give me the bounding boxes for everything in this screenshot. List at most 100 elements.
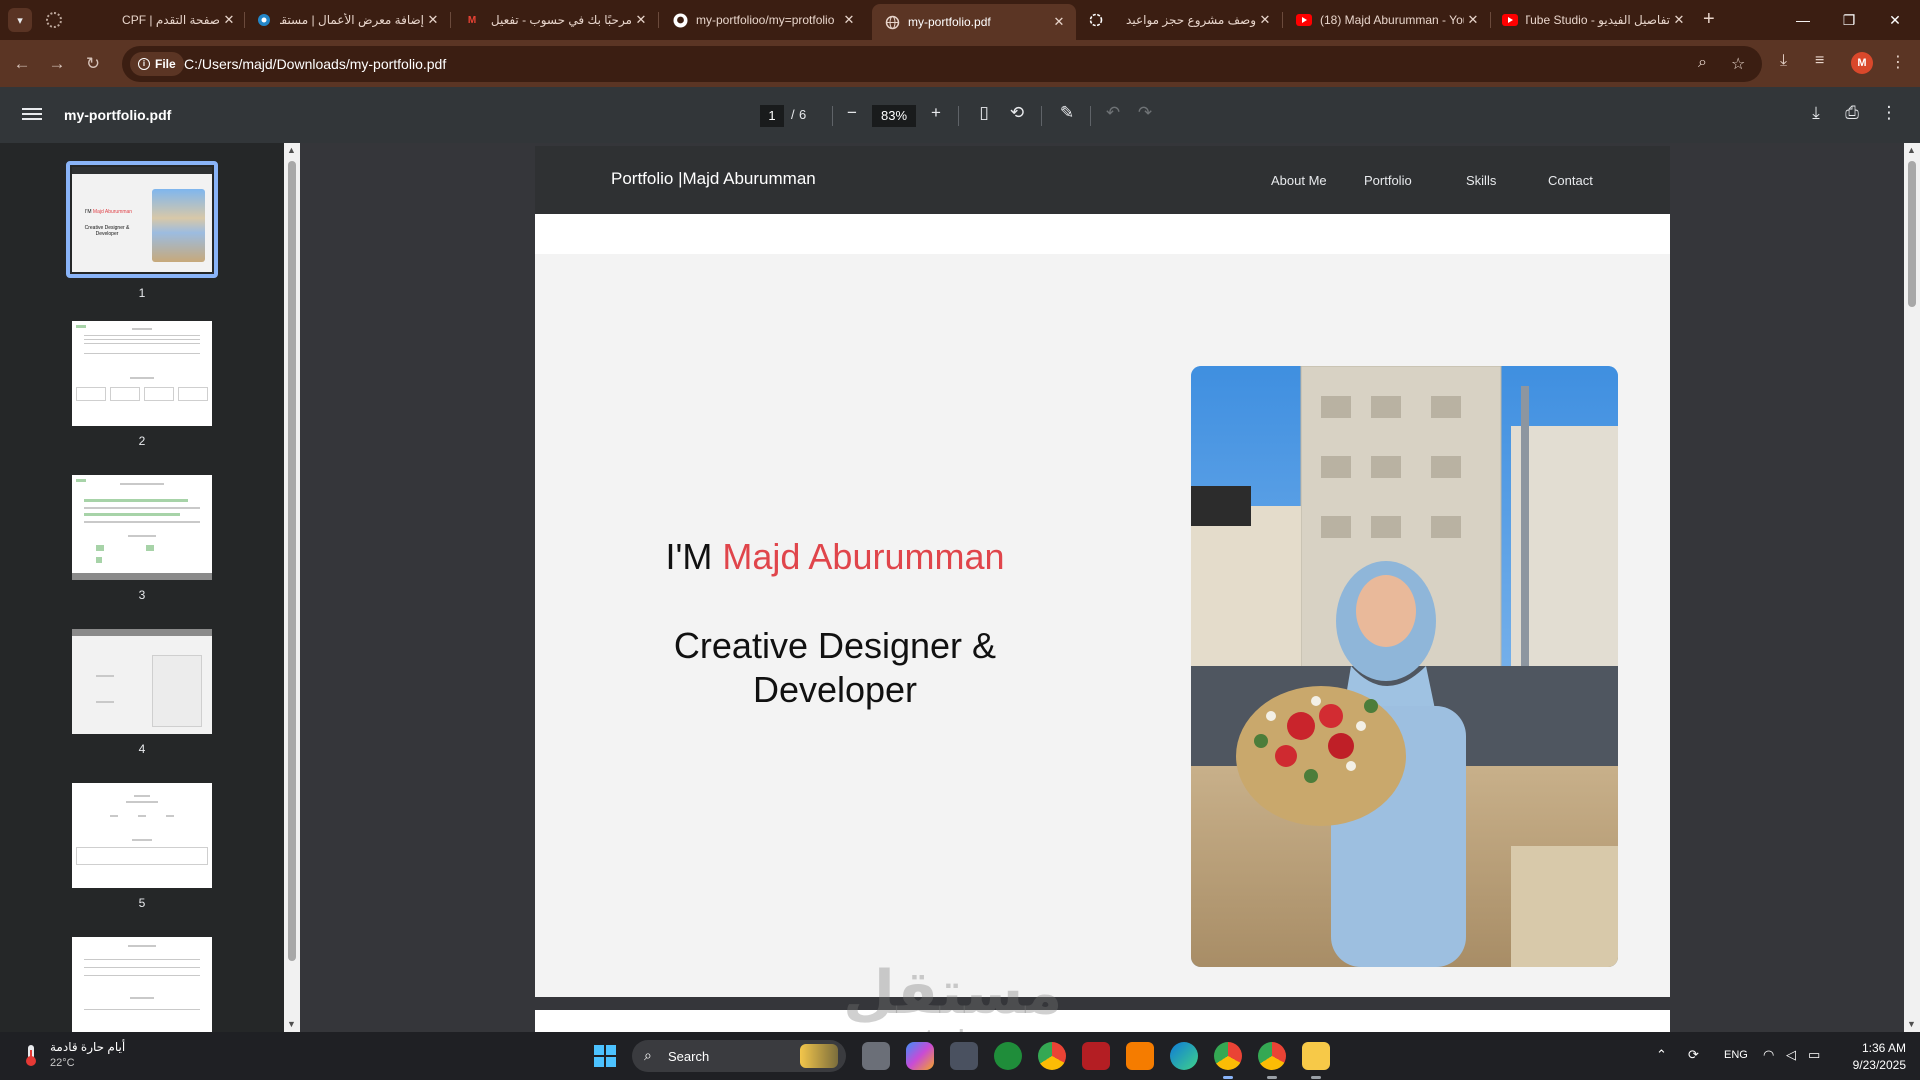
sidebar-toggle-icon[interactable] (22, 105, 42, 125)
calculator-icon[interactable] (950, 1042, 978, 1070)
close-icon[interactable]: ✕ (1464, 12, 1482, 28)
new-tab-button[interactable]: + (1703, 8, 1715, 31)
nav-contact[interactable]: Contact (1548, 173, 1593, 188)
download-icon[interactable]: ⤓ (1780, 52, 1787, 70)
globe-icon (884, 14, 900, 30)
tab-search-button[interactable]: ▾ (8, 8, 32, 32)
battery-icon[interactable]: ▭ (1808, 1047, 1820, 1063)
thumbnail-label: 4 (138, 742, 146, 756)
site-info-chip[interactable]: i File (130, 52, 184, 76)
sync-icon[interactable]: ⟳ (1688, 1047, 1699, 1063)
profile-avatar[interactable]: M (1851, 52, 1873, 74)
close-icon[interactable]: ✕ (632, 12, 650, 28)
pdf-document-area: Portfolio |Majd Aburumman About Me Portf… (300, 143, 1904, 1032)
back-button[interactable]: ← (8, 50, 36, 78)
clock-time[interactable]: 1:36 AM (1856, 1041, 1906, 1055)
annotate-pen-icon[interactable]: ✎ (1055, 103, 1079, 123)
pdf-more-icon[interactable]: ⋮ (1877, 103, 1901, 123)
thumbnail-page-3[interactable]: 3 (67, 475, 217, 602)
forward-button[interactable]: → (43, 50, 71, 78)
wifi-icon[interactable]: ◠ (1763, 1047, 1774, 1063)
close-icon[interactable]: ✕ (1256, 12, 1274, 28)
tab-gmail[interactable]: M مرحبًا بك في حسوب - تفعيل ✕ (464, 6, 650, 34)
scroll-up-arrow-icon[interactable]: ▲ (1907, 145, 1916, 155)
tab-mostaql[interactable]: إضافة معرض الأعمال | مستقل ✕ (256, 6, 442, 34)
address-bar[interactable]: i File C:/Users/majd/Downloads/my-portfo… (122, 46, 1762, 82)
document-scroll-thumb[interactable] (1908, 161, 1916, 307)
tab-github[interactable]: my-portfolioo/my=protfolio ✕ (672, 6, 858, 34)
scroll-down-arrow-icon[interactable]: ▼ (1907, 1019, 1916, 1029)
minimize-button[interactable]: — (1780, 6, 1826, 34)
tab-chatgpt[interactable]: وصف مشروع حجز مواعيد ✕ (1088, 6, 1274, 34)
nav-skills[interactable]: Skills (1466, 173, 1496, 188)
zoom-level-input[interactable]: 83% (872, 105, 916, 127)
tab-divider (1282, 12, 1283, 28)
tab-cpf[interactable]: صفحة التقدم | CPF ✕ (72, 6, 238, 34)
tab-pdf-active[interactable]: my-portfolio.pdf ✕ (872, 4, 1076, 40)
xbox-icon[interactable] (994, 1042, 1022, 1070)
scroll-down-arrow-icon[interactable]: ▼ (287, 1019, 296, 1029)
media-controls-icon[interactable]: ≡ (1815, 52, 1824, 70)
windows-start-icon[interactable] (594, 1045, 616, 1067)
page-number-input[interactable]: 1 (760, 105, 784, 127)
weather-temperature[interactable]: 22°C (50, 1057, 75, 1069)
chevron-up-icon[interactable]: ⌃ (1656, 1047, 1667, 1063)
close-icon[interactable]: ✕ (840, 12, 858, 28)
tab-title: my-portfolioo/my=protfolio (696, 13, 835, 27)
zoom-out-icon[interactable]: − (840, 103, 864, 123)
clock-date[interactable]: 9/23/2025 (1840, 1058, 1906, 1072)
redo-icon[interactable]: ↷ (1133, 103, 1157, 123)
restore-button[interactable]: ❐ (1826, 6, 1872, 34)
rotate-icon[interactable]: ⟲ (1005, 103, 1029, 123)
tab-youtube-studio[interactable]: تفاصيل الفيديو - YouTube Studio ✕ (1502, 6, 1688, 34)
pdf-toolbar: my-portfolio.pdf 1 / 6 − 83% + ▯ ⟲ ✎ ↶ ↷… (0, 87, 1920, 143)
close-icon[interactable]: ✕ (424, 12, 442, 28)
scroll-up-arrow-icon[interactable]: ▲ (287, 145, 296, 155)
sidebar-scroll-thumb[interactable] (288, 161, 296, 961)
undo-icon[interactable]: ↶ (1101, 103, 1125, 123)
thermometer-icon[interactable] (18, 1042, 44, 1068)
taskbar-search-box[interactable]: ⌕ Search (632, 1040, 846, 1072)
volume-icon[interactable]: ◁ (1786, 1047, 1796, 1063)
filezilla-icon[interactable] (1082, 1042, 1110, 1070)
menu-kebab-icon[interactable]: ⋮ (1890, 52, 1906, 72)
nav-about-me[interactable]: About Me (1271, 173, 1327, 188)
pdf-download-icon[interactable]: ⤓ (1804, 103, 1828, 123)
reload-button[interactable]: ↻ (79, 50, 107, 78)
sidebar-scrollbar[interactable]: ▲ ▼ (284, 143, 300, 1032)
tab-title: صفحة التقدم | CPF (122, 13, 220, 27)
language-indicator[interactable]: ENG (1724, 1049, 1748, 1061)
tab-divider (450, 12, 451, 28)
file-explorer-icon[interactable] (1302, 1042, 1330, 1070)
tab-title: مرحبًا بك في حسوب - تفعيل (490, 13, 632, 27)
document-scrollbar[interactable]: ▲ ▼ (1904, 143, 1920, 1032)
chrome-profile-icon[interactable] (1214, 1042, 1242, 1070)
close-window-button[interactable]: ✕ (1872, 6, 1918, 34)
thumbnail-page-5[interactable]: 5 (67, 783, 217, 910)
mostaql-icon (256, 12, 272, 28)
close-icon[interactable]: ✕ (1670, 12, 1688, 28)
close-icon[interactable]: ✕ (220, 12, 238, 28)
close-icon[interactable]: ✕ (1050, 14, 1068, 30)
thumbnail-page-4[interactable]: 4 (67, 629, 217, 756)
task-view-icon[interactable] (862, 1042, 890, 1070)
print-icon[interactable]: ⎙ (1840, 103, 1864, 123)
bookmark-star-icon[interactable]: ☆ (1731, 54, 1745, 74)
edge-icon[interactable] (1170, 1042, 1198, 1070)
xampp-icon[interactable] (1126, 1042, 1154, 1070)
tab-youtube[interactable]: (18) Majd Aburumman - YouTube ✕ (1296, 6, 1482, 34)
thumbnail-page-1[interactable]: I'M Majd Aburumman Creative Designer & D… (66, 161, 218, 300)
zoom-search-icon[interactable]: ⌕ (1698, 54, 1707, 72)
fit-page-icon[interactable]: ▯ (972, 103, 996, 123)
thumbnail-label: 5 (138, 896, 146, 910)
nav-portfolio[interactable]: Portfolio (1364, 173, 1412, 188)
url-text[interactable]: C:/Users/majd/Downloads/my-portfolio.pdf (184, 56, 446, 72)
copilot-icon[interactable] (906, 1042, 934, 1070)
chrome-second-profile-icon[interactable] (1258, 1042, 1286, 1070)
weather-headline[interactable]: أيام حارة قادمة (50, 1040, 125, 1054)
chrome-icon[interactable] (1038, 1042, 1066, 1070)
tab-divider (244, 12, 245, 28)
thumbnail-page-2[interactable]: 2 (67, 321, 217, 448)
zoom-in-icon[interactable]: + (924, 103, 948, 123)
portfolio-header: Portfolio |Majd Aburumman About Me Portf… (535, 146, 1670, 214)
